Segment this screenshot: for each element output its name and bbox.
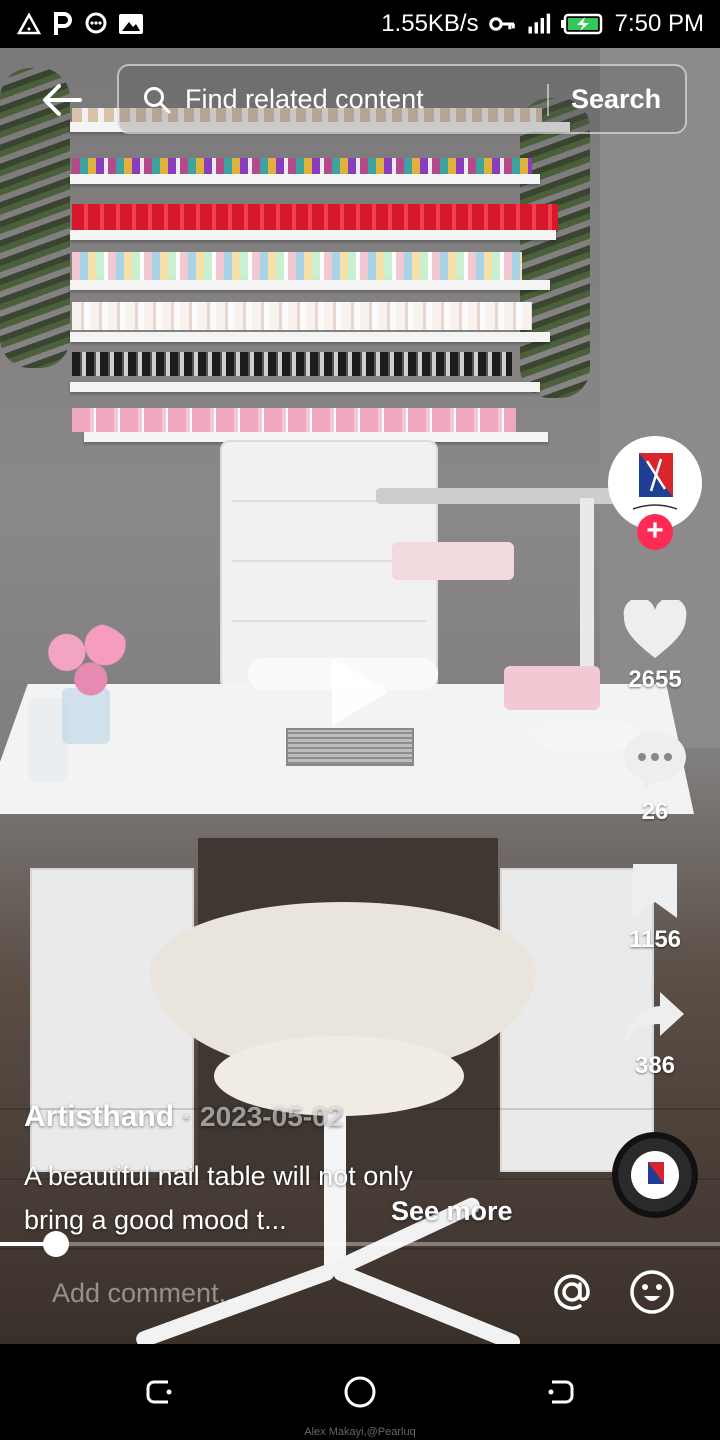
home-icon[interactable] — [342, 1374, 378, 1410]
back-button[interactable] — [40, 78, 84, 122]
video-progress-bar[interactable] — [0, 1231, 720, 1257]
see-more-link[interactable]: See more — [391, 1196, 513, 1227]
wall-shelf-2 — [70, 174, 540, 184]
shelf-products-7 — [72, 408, 516, 432]
clock: 7:50 PM — [614, 10, 704, 37]
status-left-icons — [16, 10, 144, 38]
status-bar: 1.55KB/s 7:50 PM — [0, 0, 720, 48]
status-right: 1.55KB/s 7:50 PM — [381, 8, 704, 40]
music-disc[interactable] — [612, 1132, 698, 1218]
search-icon — [144, 87, 171, 114]
comment-count: 26 — [641, 798, 669, 825]
dust-collector — [286, 728, 414, 766]
back-nav-icon[interactable] — [542, 1374, 578, 1410]
shelf-products-4 — [72, 252, 522, 280]
mention-icon[interactable] — [550, 1270, 594, 1314]
play-icon[interactable] — [332, 658, 388, 726]
wall-shelf-3 — [70, 230, 556, 240]
shelf-products-3 — [72, 204, 558, 232]
battery-charging-icon — [560, 11, 605, 37]
like-count: 2655 — [628, 666, 682, 693]
video-player[interactable] — [0, 48, 720, 1344]
flower-bouquet — [38, 622, 134, 698]
save-count: 1156 — [628, 926, 682, 953]
message-icon — [84, 11, 110, 37]
signal-icon — [525, 11, 551, 37]
wall-shelf-6 — [70, 382, 540, 392]
post-date: 2023-05-02 — [200, 1101, 344, 1132]
author-name[interactable]: Artisthand — [24, 1100, 174, 1133]
date-separator: · — [182, 1101, 192, 1132]
key-icon — [488, 11, 515, 37]
music-disc-cover — [631, 1151, 679, 1199]
search-bar[interactable]: Find related content Search — [117, 64, 687, 134]
artisthand-logo-icon — [648, 1162, 664, 1184]
wall-shelf-5 — [70, 332, 550, 342]
post-author-line: Artisthand · 2023-05-02 — [24, 1100, 343, 1134]
lamp-head — [392, 542, 514, 580]
wall-shelf-4 — [70, 280, 550, 290]
shelf-products-5 — [72, 302, 532, 330]
share-arrow-icon — [626, 992, 684, 1042]
heart-icon — [623, 600, 687, 658]
like-button[interactable]: 2655 — [612, 600, 698, 694]
chair-stitch — [232, 620, 426, 622]
share-count: 386 — [634, 1052, 676, 1079]
comment-bar: Add comment... — [0, 1254, 720, 1344]
emoji-icon[interactable] — [628, 1268, 676, 1316]
comment-input[interactable]: Add comment... — [52, 1278, 241, 1309]
search-button[interactable]: Search — [571, 84, 661, 115]
comment-icon — [624, 732, 686, 790]
shelf-products-6 — [72, 352, 512, 376]
image-icon — [118, 11, 144, 37]
parking-icon — [50, 11, 76, 37]
search-divider — [547, 84, 549, 116]
watermark: Alex Makayi,@Pearluq — [304, 1426, 416, 1438]
hanging-plant-right — [520, 98, 590, 398]
share-button[interactable]: 386 — [612, 990, 698, 1080]
recent-apps-icon[interactable] — [142, 1374, 178, 1410]
warning-icon — [16, 11, 42, 37]
caption-line-1: A beautiful nail table will not only — [24, 1161, 413, 1191]
search-input[interactable]: Find related content — [185, 84, 424, 115]
arrow-left-icon — [43, 84, 82, 116]
comment-button[interactable]: 26 — [612, 730, 698, 826]
save-button[interactable]: 1156 — [612, 862, 698, 954]
network-speed: 1.55KB/s — [381, 10, 479, 37]
follow-button[interactable]: + — [637, 514, 673, 550]
system-nav-bar: Alex Makayi,@Pearluq — [0, 1344, 720, 1440]
pink-box — [504, 666, 600, 710]
bookmark-icon — [633, 864, 677, 918]
